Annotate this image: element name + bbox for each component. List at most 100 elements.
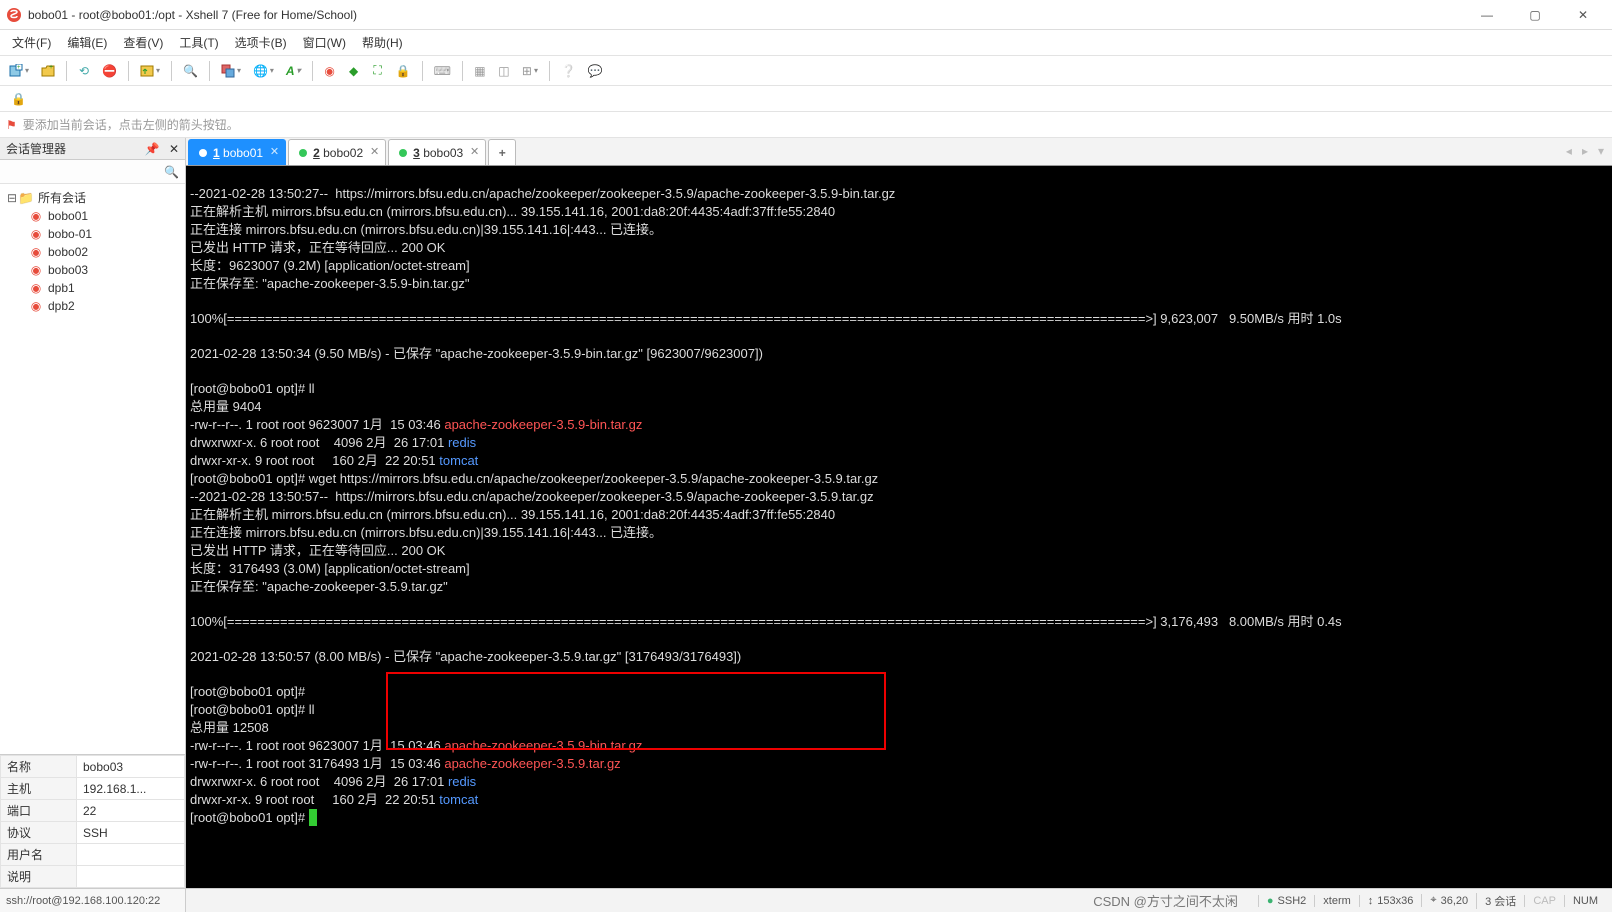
help-button[interactable]: ❔: [556, 60, 581, 82]
cursor-icon: [309, 809, 317, 826]
term-line: 正在连接 mirrors.bfsu.edu.cn (mirrors.bfsu.e…: [190, 222, 662, 237]
address-bar: 🔒: [0, 86, 1612, 112]
tree-item[interactable]: ◉bobo01: [4, 207, 181, 225]
term-line: drwxrwxr-x. 6 root root 4096 2月 26 17:01: [190, 435, 448, 450]
tree-item-label: dpb2: [48, 299, 75, 313]
term-line: drwxr-xr-x. 9 root root 160 2月 22 20:51: [190, 792, 439, 807]
status-num: NUM: [1564, 895, 1606, 907]
term-dir: redis: [448, 435, 476, 450]
tree-root[interactable]: ⊟ 📁 所有会话: [4, 188, 181, 207]
panel-close-icon[interactable]: ✕: [169, 142, 179, 156]
status-size: ↕153x36: [1359, 895, 1422, 907]
xftp-button[interactable]: ◆: [343, 60, 365, 82]
tab-close-icon[interactable]: ✕: [370, 145, 379, 158]
term-line: 已发出 HTTP 请求，正在等待回应... 200 OK: [190, 240, 445, 255]
prop-key: 用户名: [1, 844, 77, 866]
copy-button[interactable]: [216, 60, 246, 82]
reconnect-button[interactable]: ⟲: [73, 60, 95, 82]
tab-prev-icon[interactable]: ◂: [1562, 142, 1576, 160]
led-icon: ●: [1267, 895, 1274, 907]
tab-bobo02[interactable]: 2 bobo02 ✕: [288, 139, 386, 165]
menu-tabs[interactable]: 选项卡(B): [227, 31, 295, 54]
keyboard-button[interactable]: ⌨: [429, 60, 456, 82]
tab-num: 3: [413, 146, 420, 160]
layout3-button[interactable]: ⊞: [517, 60, 543, 82]
window-buttons: — ▢ ✕: [1464, 1, 1606, 29]
separator: [209, 61, 210, 81]
prop-val: 22: [77, 800, 185, 822]
term-line: 长度：9623007 (9.2M) [application/octet-str…: [190, 258, 470, 273]
tree-item[interactable]: ◉bobo02: [4, 243, 181, 261]
session-properties: 名称bobo03 主机192.168.1... 端口22 协议SSH 用户名 说…: [0, 754, 185, 888]
term-line: 长度：3176493 (3.0M) [application/octet-str…: [190, 561, 470, 576]
term-line: 100%[===================================…: [190, 614, 1342, 629]
font-button[interactable]: A: [281, 60, 306, 82]
term-dir: tomcat: [439, 453, 478, 468]
term-line: 正在解析主机 mirrors.bfsu.edu.cn (mirrors.bfsu…: [190, 204, 835, 219]
session-search[interactable]: 🔍: [0, 160, 185, 184]
titlebar: bobo01 - root@bobo01:/opt - Xshell 7 (Fr…: [0, 0, 1612, 30]
menu-edit[interactable]: 编辑(E): [59, 31, 115, 54]
status-dot-icon: [199, 149, 207, 157]
separator: [312, 61, 313, 81]
disconnect-button[interactable]: ⛔: [97, 60, 122, 82]
term-line: --2021-02-28 13:50:57-- https://mirrors.…: [190, 489, 874, 504]
menu-tools[interactable]: 工具(T): [171, 31, 226, 54]
layout1-button[interactable]: ▦: [469, 60, 491, 82]
menubar: 文件(F) 编辑(E) 查看(V) 工具(T) 选项卡(B) 窗口(W) 帮助(…: [0, 30, 1612, 56]
tree-item[interactable]: ◉bobo-01: [4, 225, 181, 243]
layout2-button[interactable]: ◫: [493, 60, 515, 82]
maximize-button[interactable]: ▢: [1512, 1, 1558, 29]
pin-icon[interactable]: 📌: [145, 142, 160, 156]
separator: [171, 61, 172, 81]
term-line: drwxrwxr-x. 6 root root 4096 2月 26 17:01: [190, 774, 448, 789]
statusbar: CSDN @方寸之间不太闲 ●SSH2 xterm ↕153x36 ⌖36,20…: [186, 888, 1612, 912]
tree-item[interactable]: ◉dpb2: [4, 297, 181, 315]
status-dot-icon: [299, 149, 307, 157]
close-button[interactable]: ✕: [1560, 1, 1606, 29]
tab-bobo01[interactable]: 1 bobo01 ✕: [188, 139, 286, 165]
folder-icon: 📁: [18, 190, 34, 206]
tree-item[interactable]: ◉dpb1: [4, 279, 181, 297]
tab-add-button[interactable]: +: [488, 139, 516, 165]
tab-bobo03[interactable]: 3 bobo03 ✕: [388, 139, 486, 165]
chat-button[interactable]: 💬: [583, 60, 608, 82]
tab-num: 1: [213, 146, 220, 160]
menu-file[interactable]: 文件(F): [4, 31, 59, 54]
toolbar: + + ⟲ ⛔ 🔍 🌐 A ◉ ◆ ⛶ 🔒 ⌨ ▦ ◫ ⊞ ❔ 💬: [0, 56, 1612, 86]
globe-button[interactable]: 🌐: [248, 60, 279, 82]
tab-next-icon[interactable]: ▸: [1578, 142, 1592, 160]
tab-close-icon[interactable]: ✕: [470, 145, 479, 158]
new-session-button[interactable]: +: [4, 60, 34, 82]
tab-list-icon[interactable]: ▾: [1594, 142, 1608, 160]
fullscreen-button[interactable]: ⛶: [367, 60, 389, 82]
separator: [66, 61, 67, 81]
status-dot-icon: [399, 149, 407, 157]
transfer-button[interactable]: [135, 60, 165, 82]
tab-close-icon[interactable]: ✕: [270, 145, 279, 158]
term-file: apache-zookeeper-3.5.9-bin.tar.gz: [444, 738, 642, 753]
swirl-button[interactable]: ◉: [319, 60, 341, 82]
tree-item[interactable]: ◉bobo03: [4, 261, 181, 279]
find-button[interactable]: 🔍: [178, 60, 203, 82]
address-input[interactable]: [37, 91, 1606, 106]
session-manager-panel: 会话管理器 📌 ✕ 🔍 ⊟ 📁 所有会话 ◉bobo01 ◉bobo-01 ◉b…: [0, 138, 186, 912]
term-line: drwxr-xr-x. 9 root root 160 2月 22 20:51: [190, 453, 439, 468]
conn-string: ssh://root@192.168.100.120:22: [6, 895, 160, 907]
tab-num: 2: [313, 146, 320, 160]
terminal[interactable]: --2021-02-28 13:50:27-- https://mirrors.…: [186, 166, 1612, 888]
separator: [422, 61, 423, 81]
lock-button[interactable]: 🔒: [391, 60, 416, 82]
menu-view[interactable]: 查看(V): [115, 31, 171, 54]
tabstrip: 1 bobo01 ✕ 2 bobo02 ✕ 3 bobo03 ✕ + ◂ ▸ ▾: [186, 138, 1612, 166]
menu-help[interactable]: 帮助(H): [354, 31, 411, 54]
open-session-button[interactable]: +: [36, 60, 60, 82]
prop-val: [77, 866, 185, 888]
svg-text:+: +: [49, 64, 53, 71]
twisty-icon[interactable]: ⊟: [6, 191, 18, 205]
prop-key: 协议: [1, 822, 77, 844]
tip-text: 要添加当前会话，点击左侧的箭头按钮。: [23, 116, 239, 133]
menu-window[interactable]: 窗口(W): [295, 31, 354, 54]
status-cap: CAP: [1524, 895, 1564, 907]
minimize-button[interactable]: —: [1464, 1, 1510, 29]
